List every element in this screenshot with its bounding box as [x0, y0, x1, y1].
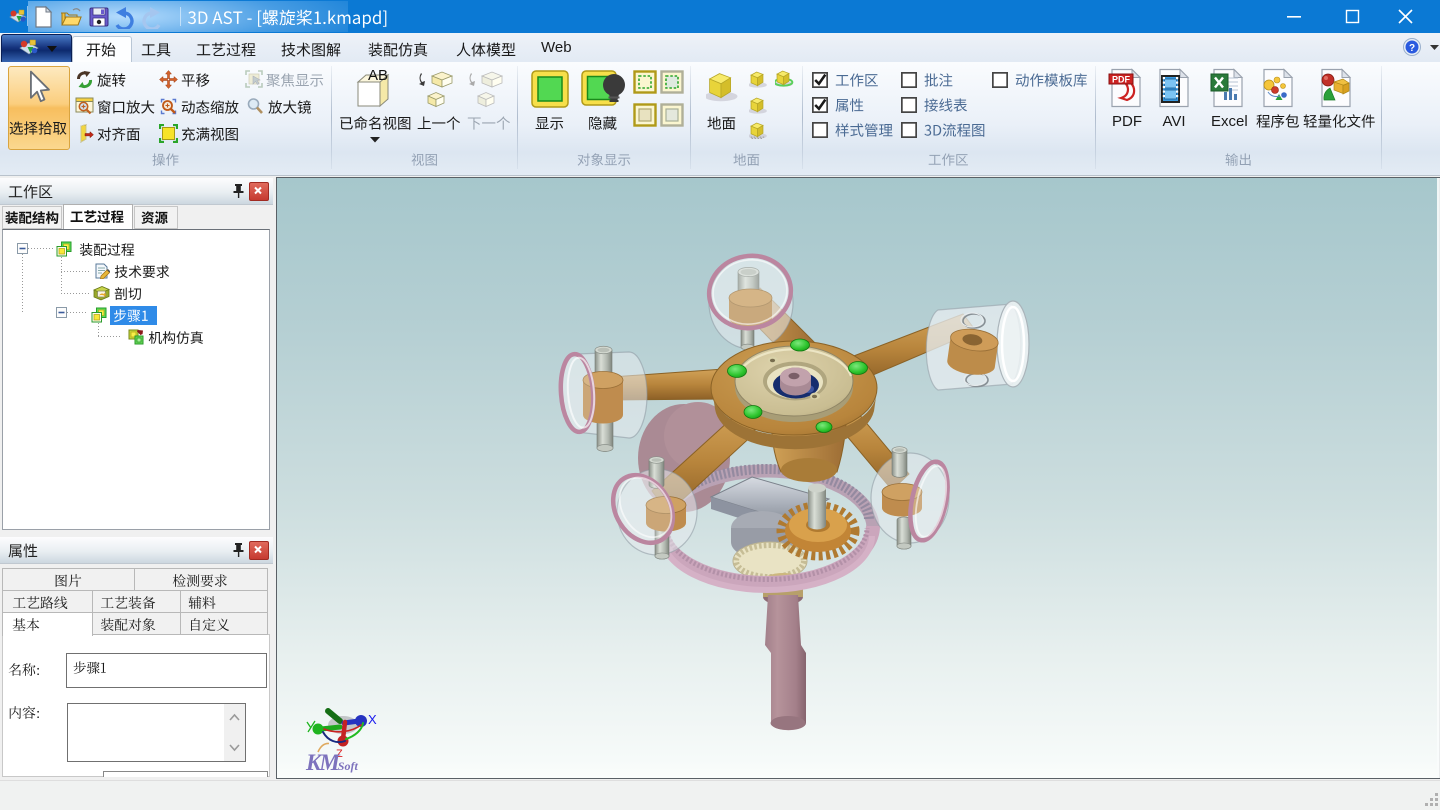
svg-text:PDF: PDF: [1112, 75, 1131, 85]
svg-text:?: ?: [1409, 43, 1415, 54]
svg-text:AB: AB: [368, 68, 388, 84]
svg-text:X: X: [368, 712, 377, 727]
